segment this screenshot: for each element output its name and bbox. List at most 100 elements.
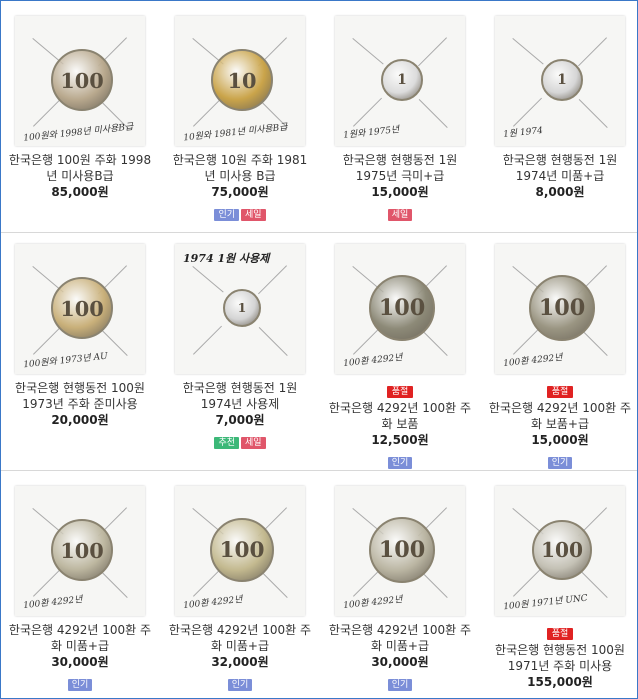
product-name[interactable]: 한국은행 현행동전 1원 1974년 사용제: [160, 380, 320, 412]
product-name[interactable]: 한국은행 현행동전 100원 1971년 주화 미사용: [480, 642, 638, 674]
handwritten-note: 10원와 1981년 미사용B급: [182, 122, 289, 144]
coin-image: 100: [51, 519, 113, 581]
coin-denomination: 100: [60, 67, 104, 93]
handwritten-note: 1974 1원 사용제: [183, 252, 270, 265]
holder-line: [192, 266, 224, 293]
popular-badge: 인기: [387, 457, 413, 469]
product-name[interactable]: 한국은행 4292년 100환 주화 미품+급: [160, 622, 320, 654]
product-image[interactable]: 100 100환 4292년: [335, 244, 465, 374]
product-price: 85,000원: [51, 185, 109, 199]
holder-line: [418, 99, 448, 128]
product-card[interactable]: 100 100환 4292년 한국은행 4292년 100환 주화 미품+급 30,0…: [0, 486, 160, 691]
product-name[interactable]: 한국은행 현행동전 1원 1975년 극미+급: [320, 152, 480, 184]
popular-badge: 인기: [547, 457, 573, 469]
holder-line: [193, 567, 222, 597]
product-card[interactable]: 100 100원와 1973년 AU 한국은행 현행동전 100원 1973년 주화…: [0, 244, 160, 428]
product-price: 15,000원: [371, 185, 429, 199]
product-image[interactable]: 1 1974 1원 사용제: [175, 244, 305, 374]
coin-denomination: 1: [237, 301, 247, 315]
holder-line: [193, 97, 222, 127]
coin-denomination: 10: [227, 67, 257, 93]
product-card[interactable]: 100 100환 4292년한국은행 4292년 100환 주화 미품+급 30,0…: [320, 486, 480, 691]
product-price: 12,500원: [371, 433, 429, 447]
product-price: 32,000원: [211, 655, 269, 669]
product-card[interactable]: 100 100원 1971년 UNC 품절 한국은행 현행동전 100원 1971년 …: [480, 486, 638, 690]
handwritten-note: 100환 4292년: [22, 594, 84, 612]
product-name[interactable]: 한국은행 현행동전 1원 1974년 미품+급: [480, 152, 638, 184]
badge-group: 인기 세일: [160, 202, 320, 221]
handwritten-note: 100환 4292년: [502, 352, 564, 370]
holder-line: [193, 325, 222, 355]
handwritten-note: 1원 1974: [502, 125, 544, 141]
holder-line: [352, 38, 384, 65]
holder-line: [578, 99, 608, 128]
product-name[interactable]: 한국은행 4292년 100환 주화 미품+급: [320, 622, 480, 654]
holder-line: [418, 37, 447, 67]
product-price: 8,000원: [535, 185, 585, 199]
coin-image: 100: [369, 517, 435, 583]
holder-line: [33, 97, 62, 127]
sold-out-wrap: 품절: [320, 379, 480, 400]
product-name[interactable]: 한국은행 4292년 100환 주화 미품+급: [0, 622, 160, 654]
product-card[interactable]: 1 1974 1원 사용제한국은행 현행동전 1원 1974년 사용제 7,000원…: [160, 244, 320, 449]
product-image[interactable]: 100 100원와 1998년 미사용B급: [15, 16, 145, 146]
holder-line: [258, 265, 287, 295]
badge-group: 세일: [320, 202, 480, 221]
coin-denomination: 100: [538, 295, 586, 321]
product-price: 7,000원: [215, 413, 265, 427]
holder-line: [33, 325, 62, 355]
coin-image: 100: [51, 277, 113, 339]
sold-out-wrap: 품절: [480, 379, 638, 400]
product-name[interactable]: 한국은행 4292년 100환 주화 보품+급: [480, 400, 638, 432]
product-price: 30,000원: [371, 655, 429, 669]
badge-group: 인기: [480, 450, 638, 469]
coin-image: 100: [210, 518, 274, 582]
popular-badge: 인기: [214, 209, 239, 221]
handwritten-note: 100환 4292년: [342, 594, 404, 612]
product-card[interactable]: 10 10원와 1981년 미사용B급한국은행 10원 주화 1981년 미사용 …: [160, 16, 320, 221]
product-card[interactable]: 100 100환 4292년품절 한국은행 4292년 100환 주화 보품+급 15…: [480, 244, 638, 469]
handwritten-note: 100환 4292년: [182, 594, 244, 612]
sold-out-wrap: 품절: [480, 621, 638, 642]
holder-line: [258, 327, 288, 356]
badge-group: 인기: [320, 450, 480, 469]
product-name[interactable]: 한국은행 100원 주화 1998년 미사용B급: [0, 152, 160, 184]
coin-denomination: 100: [378, 537, 426, 563]
handwritten-note: 1원와 1975년: [342, 125, 400, 141]
product-image[interactable]: 1 1원와 1975년: [335, 16, 465, 146]
product-image[interactable]: 100 100환 4292년: [15, 486, 145, 616]
product-image[interactable]: 100 100환 4292년: [495, 244, 625, 374]
product-price: 75,000원: [211, 185, 269, 199]
product-card[interactable]: 100 100원와 1998년 미사용B급한국은행 100원 주화 1998년 미…: [0, 16, 160, 200]
row-divider: [1, 232, 637, 233]
sale-badge: 세일: [241, 437, 266, 449]
holder-line: [512, 38, 544, 65]
sold-out-badge: 품절: [386, 386, 414, 398]
product-card[interactable]: 100 100환 4292년품절한국은행 4292년 100환 주화 보품 12,5…: [320, 244, 480, 469]
product-card[interactable]: 100 100환 4292년한국은행 4292년 100환 주화 미품+급 32,0…: [160, 486, 320, 691]
coin-image: 100: [369, 275, 435, 341]
product-image[interactable]: 10 10원와 1981년 미사용B급: [175, 16, 305, 146]
coin-denomination: 100: [219, 537, 265, 563]
product-price: 15,000원: [531, 433, 589, 447]
product-card[interactable]: 1 1원와 1975년한국은행 현행동전 1원 1975년 극미+급 15,000원…: [320, 16, 480, 221]
coin-denomination: 1: [557, 72, 567, 88]
popular-badge: 인기: [387, 679, 413, 691]
handwritten-note: 100환 4292년: [342, 352, 404, 370]
product-name[interactable]: 한국은행 4292년 100환 주화 보품: [320, 400, 480, 432]
coin-denomination: 100: [60, 537, 104, 563]
row-divider: [1, 470, 637, 471]
product-image[interactable]: 1 1원 1974: [495, 16, 625, 146]
product-image[interactable]: 100 100원와 1973년 AU: [15, 244, 145, 374]
product-name[interactable]: 한국은행 현행동전 100원 1973년 주화 준미사용: [0, 380, 160, 412]
product-image[interactable]: 100 100원 1971년 UNC: [495, 486, 625, 616]
coin-image: 100: [51, 49, 113, 111]
product-price: 20,000원: [51, 413, 109, 427]
coin-denomination: 1: [397, 72, 407, 88]
product-image[interactable]: 100 100환 4292년: [175, 486, 305, 616]
product-name[interactable]: 한국은행 10원 주화 1981년 미사용 B급: [160, 152, 320, 184]
product-card[interactable]: 1 1원 1974 한국은행 현행동전 1원 1974년 미품+급 8,000원: [480, 16, 638, 200]
product-image[interactable]: 100 100환 4292년: [335, 486, 465, 616]
holder-line: [513, 567, 542, 597]
badge-group: 인기: [0, 672, 160, 691]
